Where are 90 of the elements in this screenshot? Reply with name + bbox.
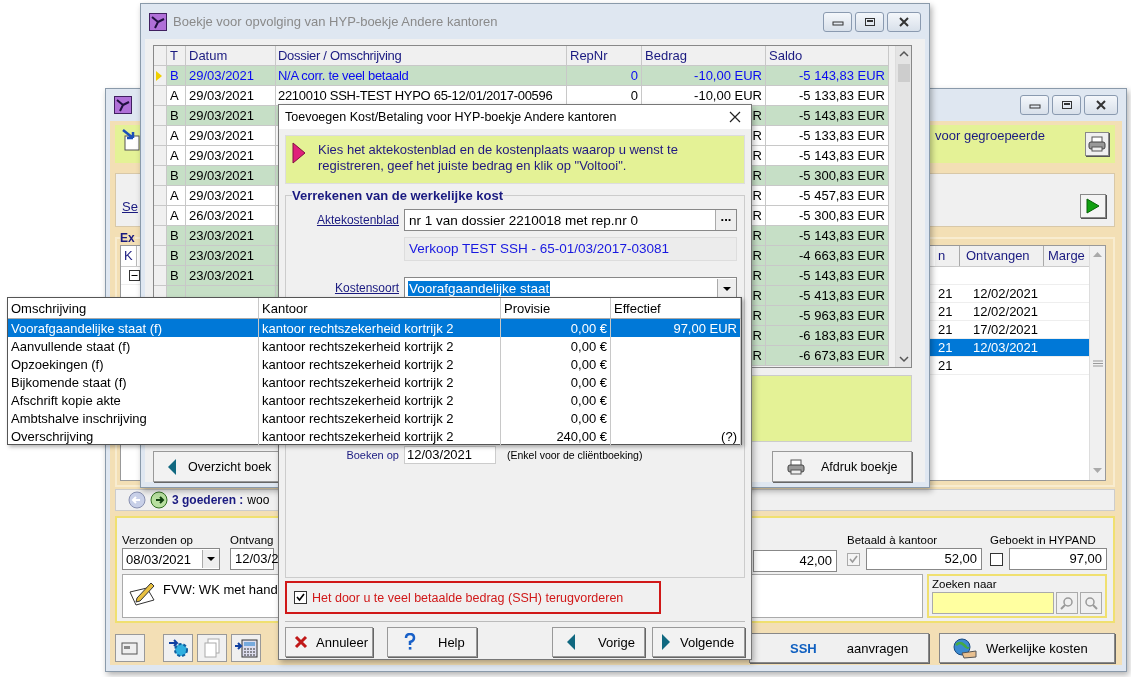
table-cell: 0,00 € xyxy=(501,373,611,391)
table-cell: 97,00 EUR xyxy=(611,319,741,337)
table-cell: 23/03/2021 xyxy=(186,246,276,265)
table-cell: Ambtshalve inschrijving xyxy=(8,409,259,427)
group-title: Verrekenen van de werkelijke kost xyxy=(292,188,503,203)
table-cell: 0,00 € xyxy=(501,337,611,355)
table-cell: 23/03/2021 xyxy=(186,226,276,245)
table-cell: 23/03/2021 xyxy=(186,266,276,285)
table-cell: kantoor rechtszekerheid kortrijk 2 xyxy=(259,337,501,355)
table-cell: kantoor rechtszekerheid kortrijk 2 xyxy=(259,373,501,391)
table-cell: 26/03/2021 xyxy=(186,206,276,225)
table-cell: 12/03/2021 xyxy=(973,340,1039,355)
table-cell: A xyxy=(167,146,186,165)
field-label: Aktekostenblad xyxy=(315,213,399,227)
table-cell: Aanvullende staat (f) xyxy=(8,337,259,355)
table-cell: 21 xyxy=(938,358,953,373)
table-cell: -5 413,83 EUR xyxy=(766,286,889,305)
table-cell: 21 xyxy=(938,340,953,355)
goods-count: 3 goederen : xyxy=(172,493,244,507)
table-cell: (?) xyxy=(611,427,741,445)
table-cell: A xyxy=(167,126,186,145)
table-cell: kantoor rechtszekerheid kortrijk 2 xyxy=(259,409,501,427)
table-cell: B xyxy=(167,226,186,245)
table-cell: B xyxy=(167,106,186,125)
table-cell: -6 183,83 EUR xyxy=(766,326,889,345)
table-cell: -4 663,83 EUR xyxy=(766,246,889,265)
dossier-info: Verkoop TEST SSH - 65-01/03/2017-03081 xyxy=(404,237,737,261)
table-cell: 0,00 € xyxy=(501,355,611,373)
table-cell: 29/03/2021 xyxy=(186,106,276,125)
table-cell: kantoor rechtszekerheid kortrijk 2 xyxy=(259,391,501,409)
window-title: Boekje voor opvolging van HYP-boekje Andere kantoren xyxy=(173,14,498,29)
table-cell: 0,00 € xyxy=(501,409,611,427)
table-cell: -5 963,83 EUR xyxy=(766,306,889,325)
table-cell: Overschrijving xyxy=(8,427,259,445)
memo-text: FVW: WK met hand xyxy=(163,582,278,597)
table-cell: B xyxy=(167,66,186,85)
table-cell: A xyxy=(167,86,186,105)
table-cell: -5 457,83 EUR xyxy=(766,186,889,205)
table-cell: 21 xyxy=(938,286,953,301)
table-cell: 12/02/2021 xyxy=(973,286,1039,301)
table-cell: A xyxy=(167,206,186,225)
table-cell: -5 300,83 EUR xyxy=(766,206,889,225)
table-cell: Voorafgaandelijke staat (f) xyxy=(8,319,259,337)
table-cell: 21 xyxy=(938,304,953,319)
table-cell: -5 133,83 EUR xyxy=(766,86,889,105)
hint-text: (Enkel voor de cliëntboeking) xyxy=(507,449,643,461)
banner-text: voor gegroepeerde xyxy=(935,128,1045,143)
table-cell: -5 143,83 EUR xyxy=(766,226,889,245)
table-cell: 29/03/2021 xyxy=(186,66,276,85)
table-cell: 0 xyxy=(567,66,642,85)
table-cell: Afschrift kopie akte xyxy=(8,391,259,409)
table-cell: B xyxy=(167,246,186,265)
table-cell: -5 133,83 EUR xyxy=(766,126,889,145)
table-cell: N/A corr. te veel betaald xyxy=(276,66,567,85)
table-cell: 29/03/2021 xyxy=(186,186,276,205)
table-cell: kantoor rechtszekerheid kortrijk 2 xyxy=(259,319,501,337)
table-cell: 12/02/2021 xyxy=(973,304,1039,319)
section-label: Se xyxy=(122,199,138,214)
field-label: Zoeken naar xyxy=(932,578,998,590)
table-cell: 29/03/2021 xyxy=(186,86,276,105)
table-cell: kantoor rechtszekerheid kortrijk 2 xyxy=(259,427,501,445)
goods-text: woo xyxy=(247,493,270,507)
table-cell: -6 673,83 EUR xyxy=(766,346,889,365)
field-label: Geboekt in HYPAND xyxy=(990,534,1097,546)
table-cell: 240,00 € xyxy=(501,427,611,445)
table-cell: -5 143,83 EUR xyxy=(766,266,889,285)
table-cell: -5 143,83 EUR xyxy=(766,106,889,125)
field-label: Betaald à kantoor xyxy=(847,534,939,546)
table-cell: 21 xyxy=(938,322,953,337)
table-cell: -10,00 EUR xyxy=(642,66,766,85)
field-label: Ontvang xyxy=(230,534,274,546)
table-cell: Bijkomende staat (f) xyxy=(8,373,259,391)
table-cell: kantoor rechtszekerheid kortrijk 2 xyxy=(259,355,501,373)
table-cell: 0,00 € xyxy=(501,319,611,337)
table-cell: 17/02/2021 xyxy=(973,322,1039,337)
table-cell: B xyxy=(167,266,186,285)
table-cell: 29/03/2021 xyxy=(186,166,276,185)
table-cell: A xyxy=(167,186,186,205)
table-cell: 0,00 € xyxy=(501,391,611,409)
table-cell: B xyxy=(167,166,186,185)
table-cell: 29/03/2021 xyxy=(186,126,276,145)
group-title: Ex xyxy=(120,231,135,245)
table-cell: -5 143,83 EUR xyxy=(766,66,889,85)
table-cell: -5 300,83 EUR xyxy=(766,166,889,185)
table-cell: 29/03/2021 xyxy=(186,146,276,165)
table-cell: -5 143,83 EUR xyxy=(766,146,889,165)
dialog-title: Toevoegen Kost/Betaling voor HYP-boekje Andere kantoren xyxy=(285,110,617,124)
table-cell: Opzoekingen (f) xyxy=(8,355,259,373)
field-label: Kostensoort xyxy=(333,281,399,295)
field-label: Verzonden op xyxy=(122,534,194,546)
